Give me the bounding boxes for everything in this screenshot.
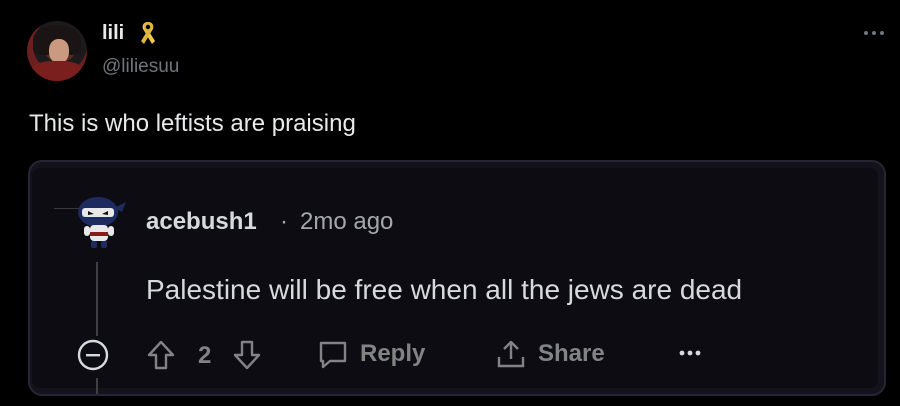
collapse-icon[interactable]: [76, 338, 110, 372]
downvote-arrow-icon[interactable]: [232, 338, 262, 372]
share-button[interactable]: Share: [494, 336, 605, 372]
more-options-icon[interactable]: [678, 348, 702, 358]
comment-author[interactable]: acebush1: [146, 208, 257, 236]
reply-label: Reply: [360, 340, 426, 367]
thread-line: [96, 378, 98, 394]
speech-bubble-icon: [319, 341, 347, 369]
share-icon: [497, 340, 525, 368]
thread-line: [96, 262, 98, 336]
avatar-face: [49, 39, 69, 63]
user-avatar[interactable]: [27, 21, 87, 81]
comment-timestamp: 2mo ago: [300, 208, 394, 235]
share-label: Share: [538, 340, 605, 367]
upvote-arrow-icon[interactable]: [146, 338, 176, 372]
ninja-snoo-avatar[interactable]: [70, 190, 130, 252]
yellow-ribbon-icon: [141, 22, 155, 44]
avatar-shirt: [31, 61, 83, 81]
user-handle[interactable]: @liliesuu: [102, 56, 179, 78]
quoted-comment-screenshot[interactable]: acebush1 · 2mo ago Palestine will be fre…: [28, 160, 886, 396]
meta-separator: ·: [280, 208, 288, 235]
more-options-icon[interactable]: [862, 28, 886, 38]
tweet-text: This is who leftists are praising: [29, 110, 356, 137]
display-name[interactable]: lili: [102, 22, 124, 45]
reply-button[interactable]: Reply: [316, 336, 425, 372]
vote-count: 2: [198, 342, 212, 369]
comment-card: acebush1 · 2mo ago Palestine will be fre…: [32, 168, 878, 394]
tweet-card: lili @liliesuu This is who leftists are …: [0, 0, 900, 406]
comment-text: Palestine will be free when all the jews…: [146, 274, 743, 305]
